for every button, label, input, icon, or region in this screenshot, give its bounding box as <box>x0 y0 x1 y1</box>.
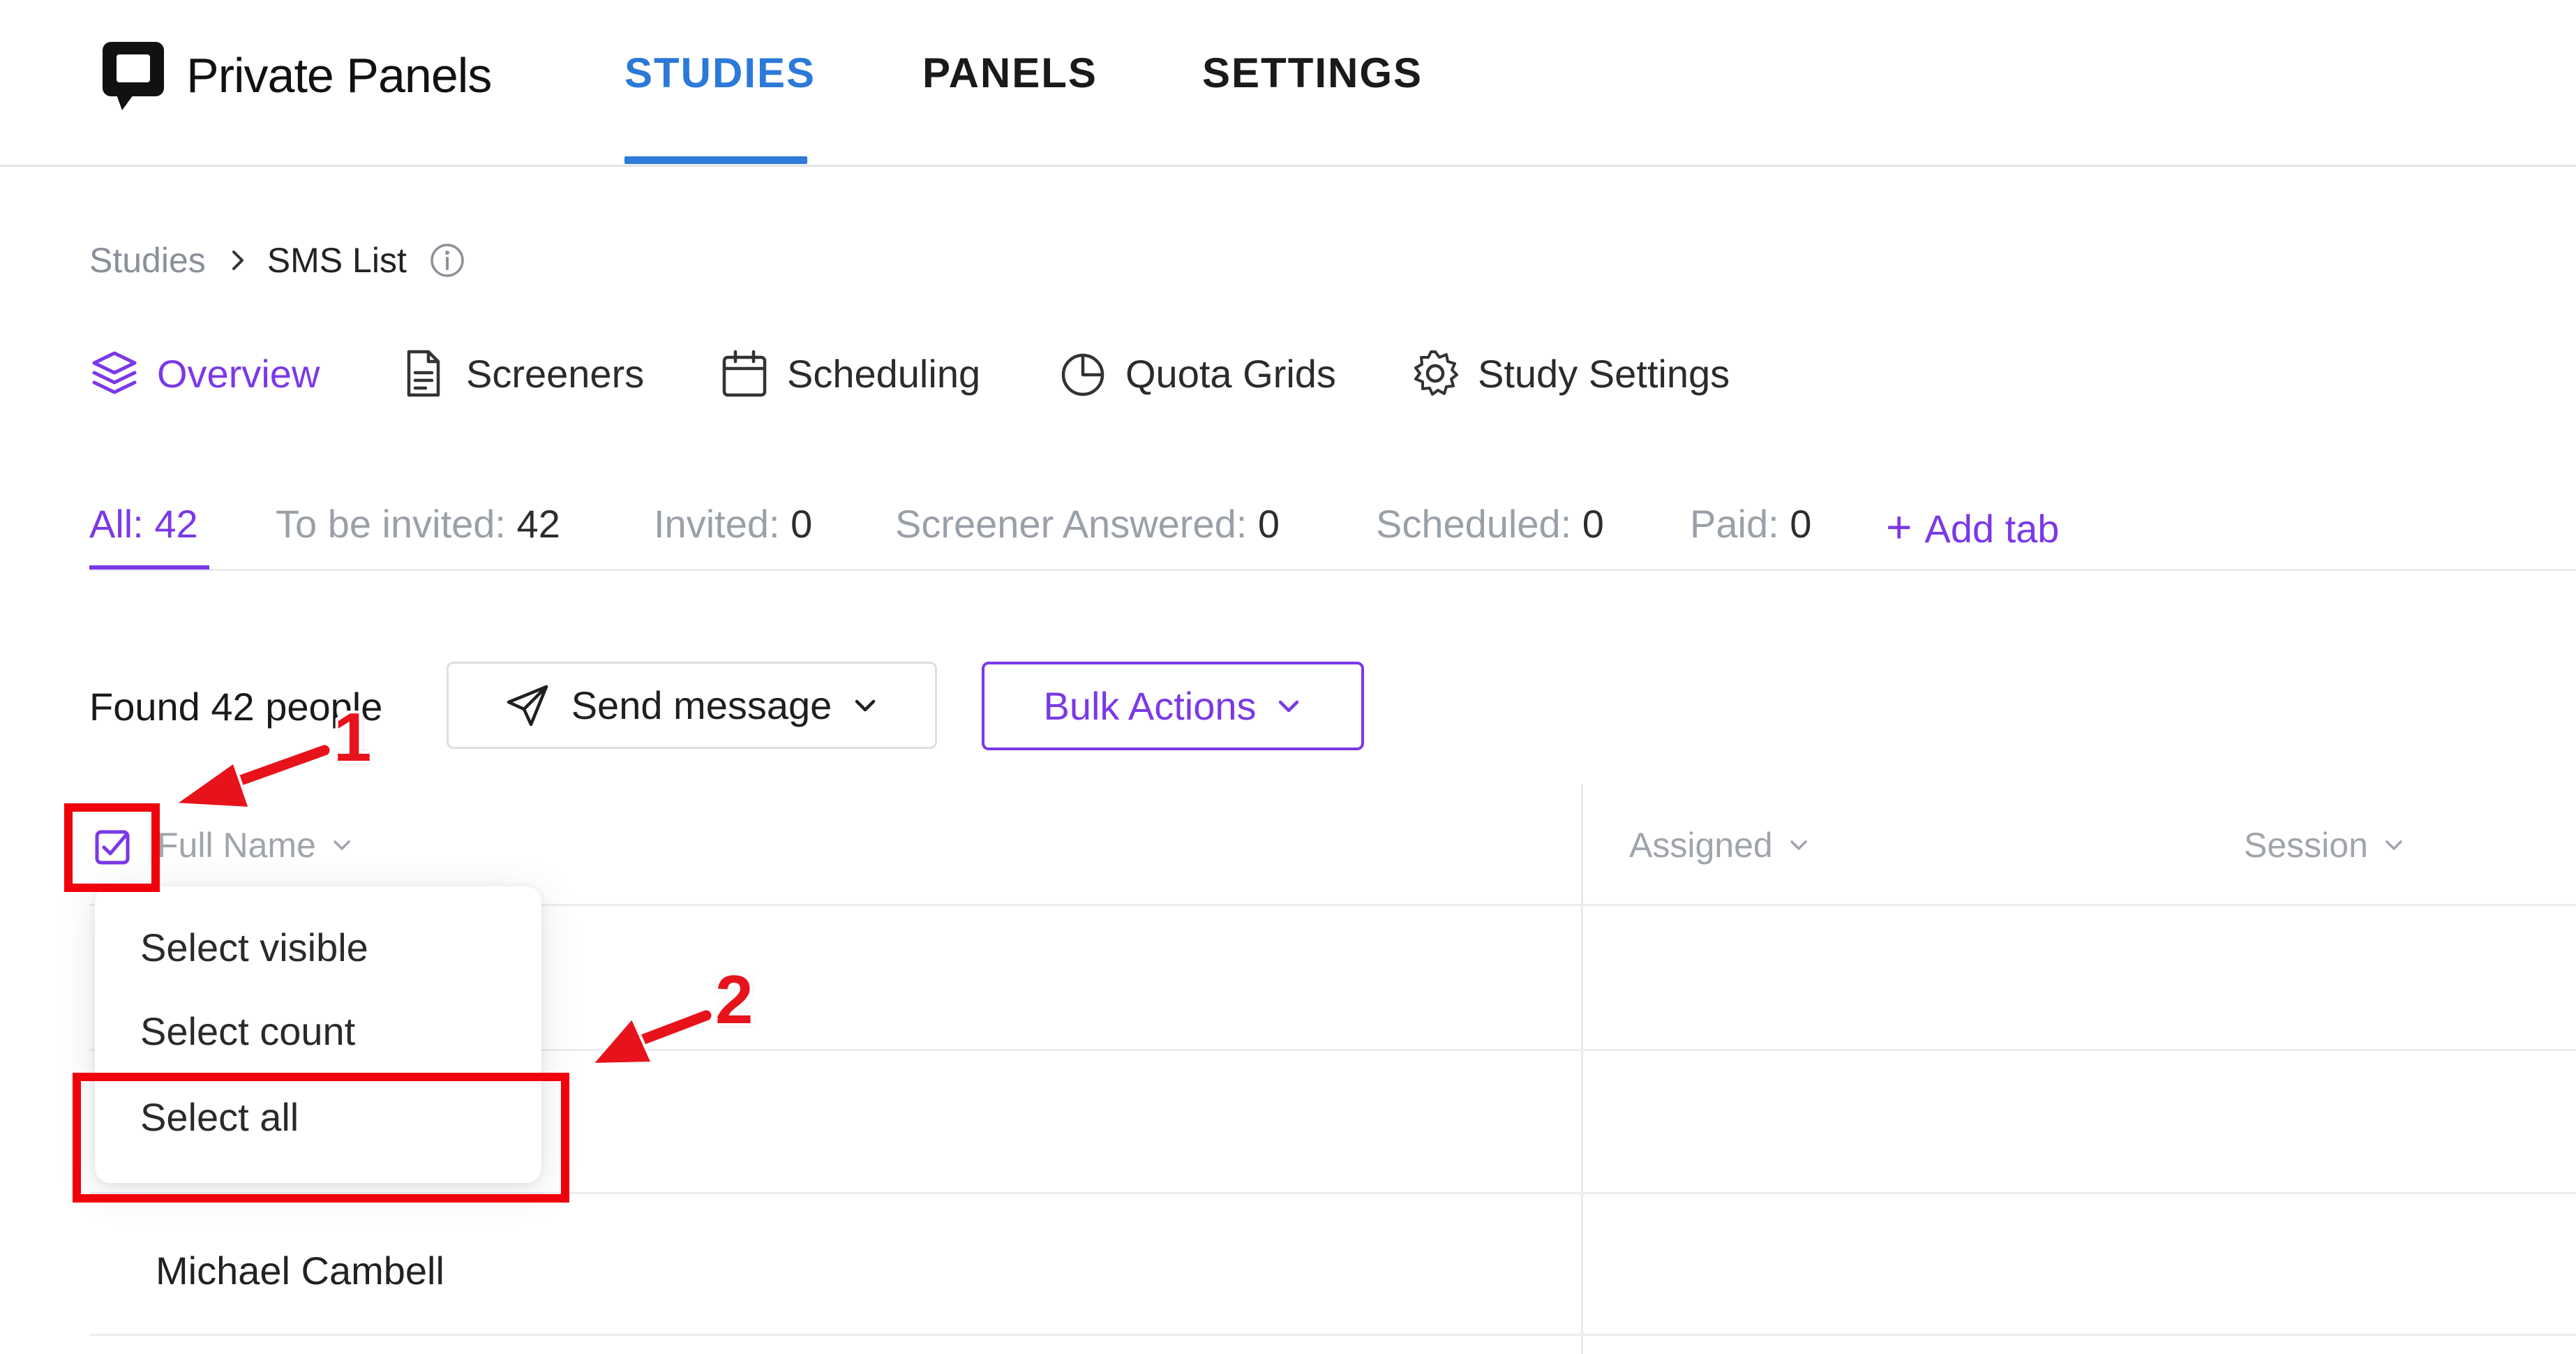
column-header-label: Full Name <box>157 826 316 865</box>
annotation-highlight-select-all <box>73 1073 569 1203</box>
bulk-actions-button[interactable]: Bulk Actions <box>982 662 1364 750</box>
column-header-label: Assigned <box>1629 826 1773 865</box>
column-divider <box>1581 784 1583 1354</box>
menu-item-select-count[interactable]: Select count <box>140 1009 355 1054</box>
pie-chart-icon <box>1061 353 1104 396</box>
status-tab-invited[interactable]: Invited: 0 <box>654 501 812 546</box>
status-tab-count: 0 <box>1257 502 1280 546</box>
column-header-assigned[interactable]: Assigned <box>1629 825 1811 865</box>
app-title: Private Panels <box>186 48 492 103</box>
add-tab-button[interactable]: + Add tab <box>1886 501 2059 553</box>
menu-item-select-visible[interactable]: Select visible <box>140 925 368 970</box>
active-tab-indicator <box>89 565 209 570</box>
column-header-session[interactable]: Session <box>2244 825 2406 865</box>
chevron-right-icon <box>232 251 244 270</box>
layers-icon <box>92 351 137 394</box>
send-message-button[interactable]: Send message <box>447 662 937 749</box>
subnav-study-settings[interactable]: Study Settings <box>1409 345 1730 401</box>
info-icon[interactable] <box>429 242 465 278</box>
document-icon <box>407 350 440 397</box>
status-tab-paid[interactable]: Paid: 0 <box>1690 501 1811 546</box>
breadcrumb-current: SMS List <box>267 241 407 280</box>
logo-icon[interactable] <box>101 40 165 113</box>
nav-studies[interactable]: STUDIES <box>624 49 816 97</box>
status-tab-count: 42 <box>154 502 198 546</box>
status-tab-count: 0 <box>1790 502 1812 546</box>
subnav-overview[interactable]: Overview <box>89 345 320 401</box>
arrow-2-icon <box>588 1006 715 1066</box>
status-tab-count: 0 <box>791 502 813 546</box>
top-header: Private Panels STUDIES PANELS SETTINGS <box>0 0 2576 167</box>
subnav-scheduling[interactable]: Scheduling <box>719 345 980 401</box>
status-tab-scheduled[interactable]: Scheduled: 0 <box>1376 501 1604 546</box>
subnav-screeners-label: Screeners <box>466 351 645 396</box>
subnav-overview-label: Overview <box>157 351 320 396</box>
arrow-1-icon <box>170 741 334 810</box>
breadcrumb: Studies SMS List <box>89 239 465 281</box>
send-icon <box>507 685 548 726</box>
subnav-scheduling-label: Scheduling <box>787 351 981 396</box>
status-tab-count: 0 <box>1582 502 1604 546</box>
subnav-screeners[interactable]: Screeners <box>398 345 644 401</box>
subnav-quota-label: Quota Grids <box>1125 351 1336 396</box>
status-tab-screener-answered[interactable]: Screener Answered: 0 <box>895 501 1280 546</box>
chevron-down-icon <box>855 699 876 711</box>
annotation-highlight-checkbox <box>64 803 160 892</box>
nav-panels[interactable]: PANELS <box>922 49 1098 97</box>
annotation-step-2: 2 <box>715 961 754 1038</box>
status-tab-to-be-invited[interactable]: To be invited: 42 <box>276 501 560 546</box>
status-tab-label: Screener Answered: <box>895 502 1258 546</box>
add-tab-label: Add tab <box>1924 507 2060 551</box>
gear-icon <box>1414 350 1458 396</box>
status-tab-label: Invited: <box>654 502 791 546</box>
chevron-down-icon <box>334 840 350 850</box>
chevron-down-icon <box>2386 840 2402 850</box>
nav-active-indicator <box>624 156 807 164</box>
status-tab-label: Scheduled: <box>1376 502 1582 546</box>
subnav-settings-label: Study Settings <box>1478 351 1730 396</box>
bulk-actions-label: Bulk Actions <box>1043 684 1257 728</box>
subnav-quota-grids[interactable]: Quota Grids <box>1057 345 1336 401</box>
status-tab-count: 42 <box>516 502 560 546</box>
column-header-label: Session <box>2244 826 2368 865</box>
tabs-divider <box>89 569 2576 571</box>
chevron-down-icon <box>1790 840 1807 850</box>
column-header-full-name[interactable]: Full Name <box>157 825 354 865</box>
status-tab-label: All: <box>89 502 155 546</box>
row-divider <box>89 1334 2576 1336</box>
calendar-icon <box>722 350 767 397</box>
status-tab-label: To be invited: <box>276 502 517 546</box>
status-tab-all[interactable]: All: 42 <box>89 501 198 546</box>
table-row-name[interactable]: Michael Cambell <box>156 1248 444 1293</box>
nav-settings[interactable]: SETTINGS <box>1202 49 1423 97</box>
status-tab-label: Paid: <box>1690 502 1790 546</box>
plus-icon: + <box>1886 502 1912 552</box>
annotation-step-1: 1 <box>334 699 372 775</box>
send-message-label: Send message <box>571 683 832 727</box>
breadcrumb-studies-link[interactable]: Studies <box>89 240 206 281</box>
chevron-down-icon <box>1278 700 1298 712</box>
